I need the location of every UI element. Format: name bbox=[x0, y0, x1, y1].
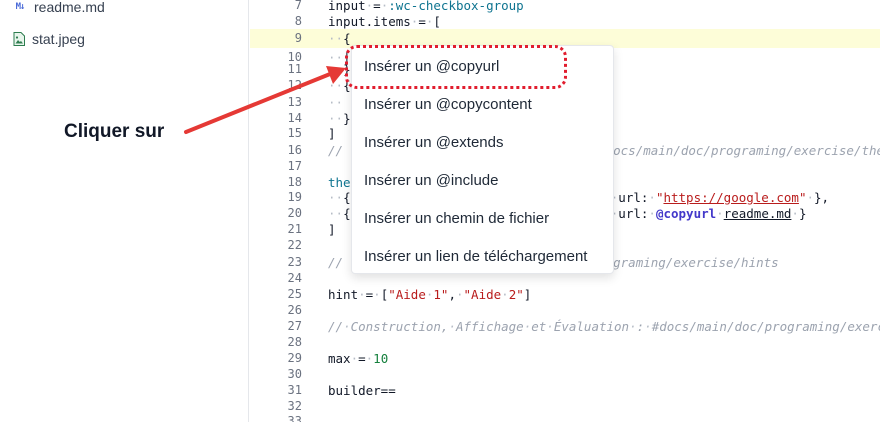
file-name: stat.jpeg bbox=[32, 31, 85, 47]
line-number: 33 bbox=[287, 414, 302, 422]
editor-line: 33 bbox=[250, 412, 880, 422]
file-item-stat[interactable]: stat.jpeg bbox=[12, 29, 85, 49]
menu-item-insert-download-link[interactable]: Insérer un lien de téléchargement bbox=[364, 245, 587, 269]
menu-item-insert-extends[interactable]: Insérer un @extends bbox=[364, 131, 503, 155]
code-text: ··{ bbox=[328, 31, 351, 46]
menu-item-insert-include[interactable]: Insérer un @include bbox=[364, 169, 498, 193]
menu-item-insert-copycontent[interactable]: Insérer un @copycontent bbox=[364, 93, 532, 117]
instruction-label: Cliquer sur bbox=[64, 121, 165, 142]
file-explorer-sidebar: M↓ readme.md stat.jpeg bbox=[0, 0, 249, 422]
insert-snippet-menu: Insérer un @copyurl Insérer un @copycont… bbox=[351, 45, 614, 274]
markdown-file-icon: M↓ bbox=[15, 2, 26, 12]
menu-item-insert-copyurl[interactable]: Insérer un @copyurl bbox=[364, 55, 499, 79]
file-name: readme.md bbox=[34, 0, 105, 15]
file-item-readme[interactable]: M↓ readme.md bbox=[12, 0, 105, 17]
menu-item-insert-file-path[interactable]: Insérer un chemin de fichier bbox=[364, 207, 549, 231]
line-number: 9 bbox=[294, 31, 302, 45]
image-file-icon bbox=[12, 32, 26, 46]
